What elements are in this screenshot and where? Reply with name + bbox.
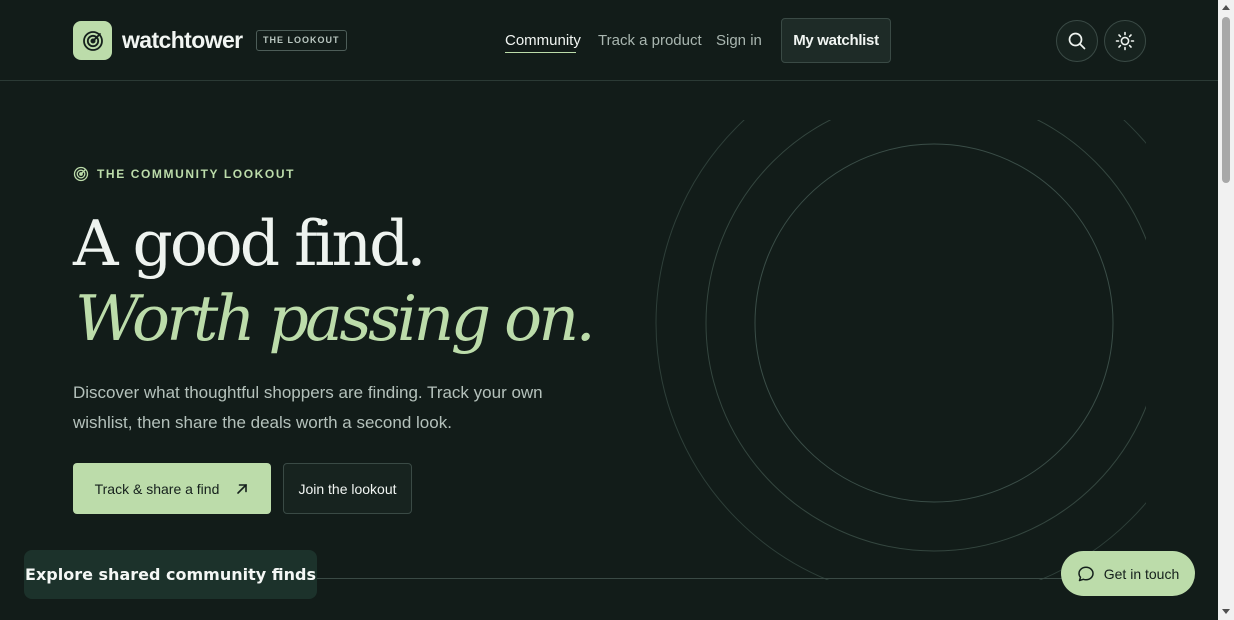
get-in-touch-label: Get in touch <box>1103 565 1180 582</box>
track-share-button[interactable]: Track & share a find <box>73 463 271 514</box>
hero-eyebrow-label: THE COMMUNITY LOOKOUT <box>97 167 296 181</box>
sun-icon <box>1115 31 1135 51</box>
brand-name[interactable]: watchtower <box>122 27 243 54</box>
get-in-touch-button[interactable]: Get in touch <box>1061 551 1195 596</box>
my-watchlist-button[interactable]: My watchlist <box>781 18 891 63</box>
page-scrollbar[interactable] <box>1218 0 1234 620</box>
search-button[interactable] <box>1056 20 1098 62</box>
site-header: watchtower THE LOOKOUT Community Track a… <box>0 0 1218 81</box>
scroll-down-arrow-icon[interactable] <box>1222 609 1230 614</box>
scrollbar-thumb[interactable] <box>1222 17 1230 183</box>
hero-headline-line-2: Worth passing on. <box>75 282 596 355</box>
nav-sign-in[interactable]: Sign in <box>716 32 762 49</box>
hero-subtitle: Discover what thoughtful shoppers are fi… <box>73 383 543 432</box>
radar-icon <box>73 166 89 182</box>
nav-community[interactable]: Community <box>505 32 581 49</box>
arrow-up-right-icon <box>237 483 248 494</box>
radar-rings-decoration <box>655 120 1146 580</box>
nav-active-underline <box>505 52 576 53</box>
hero-headline-line-1: A good find. <box>73 207 426 280</box>
explore-community-finds-link[interactable]: Explore shared community finds <box>24 550 317 599</box>
chat-bubble-icon <box>1078 565 1094 581</box>
section-divider <box>316 578 1146 579</box>
track-share-label: Track & share a find <box>94 480 220 497</box>
logo-radar-icon[interactable] <box>73 21 112 60</box>
nav-track-product[interactable]: Track a product <box>598 32 702 49</box>
theme-toggle-button[interactable] <box>1104 20 1146 62</box>
brand-tag-badge: THE LOOKOUT <box>256 30 347 51</box>
join-lookout-button[interactable]: Join the lookout <box>283 463 412 514</box>
hero-eyebrow: THE COMMUNITY LOOKOUT <box>73 166 295 182</box>
scroll-up-arrow-icon[interactable] <box>1222 5 1230 10</box>
search-icon <box>1068 32 1086 50</box>
